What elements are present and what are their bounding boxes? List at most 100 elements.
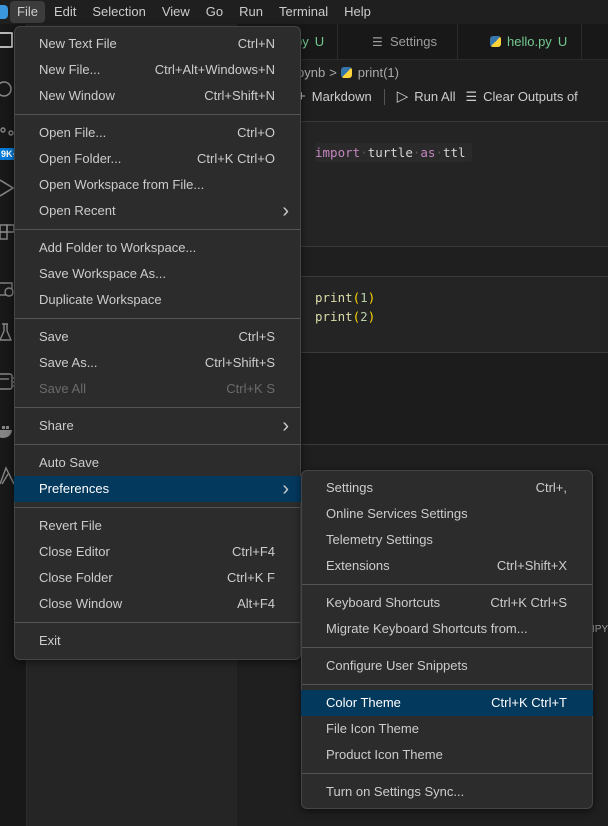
code-token: turtle (367, 145, 413, 160)
menu-item-save[interactable]: Save Ctrl+S (14, 324, 301, 350)
settings-list-icon: ☰ (372, 35, 383, 49)
breadcrumb-file[interactable]: pynb (297, 65, 325, 80)
menu-file[interactable]: File (10, 1, 45, 23)
menu-item-label: Auto Save (39, 455, 99, 470)
menu-item-file-icon-theme[interactable]: File Icon Theme (301, 716, 593, 742)
menu-item-exit[interactable]: Exit (14, 628, 301, 654)
menu-item-save-as[interactable]: Save As... Ctrl+Shift+S (14, 350, 301, 376)
menu-item-label: Migrate Keyboard Shortcuts from... (326, 621, 528, 636)
menu-item-label: Configure User Snippets (326, 658, 468, 673)
menu-item-label: Online Services Settings (326, 506, 468, 521)
menu-item-close-window[interactable]: Close Window Alt+F4 (14, 591, 301, 617)
menu-item-label: Share (39, 418, 74, 433)
menu-go[interactable]: Go (199, 1, 230, 23)
menu-item-settings[interactable]: Settings Ctrl+, (301, 475, 593, 501)
menu-item-telemetry-settings[interactable]: Telemetry Settings (301, 527, 593, 553)
chevron-right-icon: › (282, 478, 289, 500)
menu-terminal[interactable]: Terminal (272, 1, 335, 23)
menu-item-save-workspace-as[interactable]: Save Workspace As... (14, 261, 301, 287)
menu-item-label: Save Workspace As... (39, 266, 166, 281)
menu-item-open-recent[interactable]: Open Recent › (14, 198, 301, 224)
menu-item-share[interactable]: Share › (14, 413, 301, 439)
breadcrumb-separator: > (329, 65, 337, 80)
chevron-right-icon: › (282, 200, 289, 222)
menu-item-label: Save (39, 329, 69, 344)
file-menu: New Text File Ctrl+N New File... Ctrl+Alt+W… (14, 26, 301, 660)
preferences-submenu: Settings Ctrl+, Online Services Settings Te… (301, 470, 593, 809)
clear-outputs-button[interactable]: ☰ Clear Outputs of (465, 84, 577, 110)
tab-settings[interactable]: ☰ Settings (338, 24, 458, 60)
menu-item-open-folder[interactable]: Open Folder... Ctrl+K Ctrl+O (14, 146, 301, 172)
menu-help[interactable]: Help (337, 1, 378, 23)
menu-item-add-folder-to-workspace[interactable]: Add Folder to Workspace... (14, 235, 301, 261)
code-token: ttl (442, 145, 466, 160)
breadcrumb-cell[interactable]: print(1) (358, 65, 399, 80)
menu-item-shortcut: Ctrl+K F (226, 570, 275, 585)
tab-hello-py[interactable]: hello.py U (458, 24, 582, 60)
menu-item-label: Exit (39, 633, 61, 648)
menu-item-new-text-file[interactable]: New Text File Ctrl+N (14, 31, 301, 57)
python-icon (340, 67, 352, 78)
menu-item-close-folder[interactable]: Close Folder Ctrl+K F (14, 565, 301, 591)
menu-item-new-window[interactable]: New Window Ctrl+Shift+N (14, 83, 301, 109)
menu-item-open-workspace-from-file[interactable]: Open Workspace from File... (14, 172, 301, 198)
menu-item-label: Close Window (39, 596, 123, 611)
menu-item-turn-on-settings-sync[interactable]: Turn on Settings Sync... (301, 779, 593, 805)
menu-item-online-services-settings[interactable]: Online Services Settings (301, 501, 593, 527)
menu-separator (15, 444, 300, 445)
menu-item-keyboard-shortcuts[interactable]: Keyboard Shortcuts Ctrl+K Ctrl+S (301, 590, 593, 616)
menu-item-close-editor[interactable]: Close Editor Ctrl+F4 (14, 539, 301, 565)
menu-item-color-theme[interactable]: Color Theme Ctrl+K Ctrl+T (301, 690, 593, 716)
menu-item-label: Keyboard Shortcuts (326, 595, 441, 610)
menu-edit[interactable]: Edit (47, 1, 83, 23)
menu-separator (15, 114, 300, 115)
menu-separator (15, 507, 300, 508)
menu-item-label: Open Folder... (39, 151, 122, 166)
cell-code[interactable]: import·turtle·as·ttl (315, 143, 472, 162)
menu-item-configure-user-snippets[interactable]: Configure User Snippets (301, 653, 593, 679)
menu-item-shortcut: Ctrl+K Ctrl+O (196, 151, 275, 166)
menu-item-label: Add Folder to Workspace... (39, 240, 197, 255)
menu-item-shortcut: Ctrl+Shift+N (204, 88, 275, 103)
cell-code[interactable]: print(1) print(2) (315, 288, 375, 326)
menu-item-auto-save[interactable]: Auto Save (14, 450, 301, 476)
menu-item-duplicate-workspace[interactable]: Duplicate Workspace (14, 287, 301, 313)
menu-item-extensions[interactable]: Extensions Ctrl+Shift+X (301, 553, 593, 579)
menu-item-label: Duplicate Workspace (39, 292, 162, 307)
menu-item-label: Preferences (39, 481, 110, 496)
menu-item-new-file[interactable]: New File... Ctrl+Alt+Windows+N (14, 57, 301, 83)
menu-item-label: New Text File (39, 36, 117, 51)
notebook-toolbar: + Markdown ▷ Run All ☰ Clear Outputs of (297, 84, 588, 110)
menu-item-label: Extensions (326, 558, 390, 573)
menu-bar: File Edit Selection View Go Run Terminal… (0, 0, 608, 24)
menu-view[interactable]: View (155, 1, 197, 23)
menu-item-label: Close Folder (39, 570, 113, 585)
toolbar-divider (383, 89, 385, 105)
menu-item-preferences[interactable]: Preferences › (14, 476, 301, 502)
menu-item-label: Revert File (39, 518, 102, 533)
menu-run[interactable]: Run (232, 1, 270, 23)
menu-item-save-all: Save All Ctrl+K S (14, 376, 301, 402)
clear-all-icon: ☰ (465, 89, 478, 104)
menu-selection[interactable]: Selection (85, 1, 152, 23)
menu-item-shortcut: Ctrl+K S (226, 381, 275, 396)
menu-item-shortcut: Alt+F4 (237, 596, 275, 611)
vscode-logo-icon (0, 5, 8, 19)
menu-separator (15, 229, 300, 230)
menu-item-shortcut: Ctrl+O (237, 125, 275, 140)
chevron-right-icon: › (282, 415, 289, 437)
menu-item-revert-file[interactable]: Revert File (14, 513, 301, 539)
menu-separator (302, 773, 592, 774)
menu-item-label: Save As... (39, 355, 98, 370)
run-all-button[interactable]: ▷ Run All (397, 84, 456, 110)
menu-item-product-icon-theme[interactable]: Product Icon Theme (301, 742, 593, 768)
menu-item-label: Open Recent (39, 203, 116, 218)
menu-item-open-file[interactable]: Open File... Ctrl+O (14, 120, 301, 146)
add-markdown-button[interactable]: + Markdown (297, 84, 372, 110)
python-icon (490, 36, 501, 47)
menu-item-migrate-keyboard-shortcuts-from[interactable]: Migrate Keyboard Shortcuts from... (301, 616, 593, 642)
menu-item-label: Turn on Settings Sync... (326, 784, 465, 799)
menu-item-label: Close Editor (39, 544, 110, 559)
menu-item-shortcut: Ctrl+Shift+X (496, 558, 567, 573)
menu-separator (15, 407, 300, 408)
